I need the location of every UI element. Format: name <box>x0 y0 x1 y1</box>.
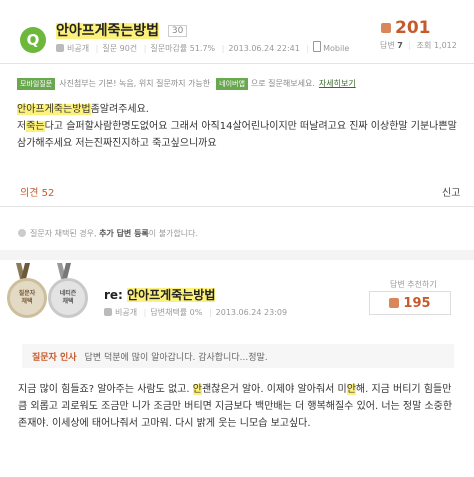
thumbs-up-icon <box>389 298 400 308</box>
answer-hint: 질문자 채택된 경우, 추가 답변 등록이 불가합니다. <box>18 228 198 239</box>
question-title-text: 안아프게죽는방법 <box>56 23 160 39</box>
question-vote-count[interactable]: 201 <box>381 18 431 38</box>
answer-body: 지금 많이 힘들죠? 알아주는 사람도 없고. 안괜찮은거 알아. 이제야 알아… <box>18 381 458 432</box>
recommend-button[interactable]: 195 <box>369 291 451 315</box>
more-info-link[interactable]: 자세히보기 <box>319 79 356 88</box>
user-icon <box>104 308 112 316</box>
medal-text: 채택 <box>62 298 74 305</box>
answers-label: 답변 <box>380 41 395 50</box>
questioner-choice-medal-icon: 질문자 채택 <box>7 278 47 318</box>
answer-prefix: re: <box>104 288 123 302</box>
meta-item: 답변채택률 0% <box>150 308 203 317</box>
meta-item: 2013.06.24 22:41 <box>228 44 300 53</box>
notice-text-2: 으로 질문해보세요. <box>250 79 315 88</box>
answer-highlight: 안 <box>346 384 356 395</box>
thumbs-up-icon <box>381 23 391 33</box>
naver-app-badge[interactable]: 네이버앱 <box>216 78 248 90</box>
question-badge-icon: Q <box>20 27 46 53</box>
answer-author[interactable]: 비공개 <box>115 308 137 317</box>
question-stats: 답변 7 | 조회 1,012 <box>380 41 457 50</box>
answer-title-text: 안아프게죽는방법 <box>127 288 216 302</box>
meta-item: 질문 90건 <box>102 44 138 53</box>
notice-text: 사진첨부는 기본! 녹음, 위치 질문까지 가능한 <box>59 79 211 88</box>
answer-highlight: 안 <box>192 384 202 395</box>
level-badge: 30 <box>167 25 188 37</box>
mobile-question-badge: 모바일질문 <box>17 78 56 90</box>
answer-text: 괜찮은거 알아. 이제야 알아줘서 미 <box>201 384 347 395</box>
question-meta: 비공개 | 질문 90건 | 질문마감률 51.7% | 2013.06.24 22:… <box>56 41 349 54</box>
recommend-label: 답변 추천하기 <box>390 280 437 289</box>
medal-text: 채택 <box>21 298 33 305</box>
vote-number: 201 <box>395 18 431 38</box>
hint-bold: 추가 답변 등록 <box>99 229 149 238</box>
views-label: 조회 <box>416 41 432 50</box>
netizen-choice-medal-icon: 네티즌 채택 <box>48 278 88 318</box>
user-icon <box>56 44 64 52</box>
divider <box>0 206 474 207</box>
opinion-button[interactable]: 의견 52 <box>20 184 54 199</box>
divider <box>0 63 474 64</box>
recommend-count: 195 <box>403 295 431 311</box>
body-highlight: 안아프게죽는방법 <box>17 104 91 115</box>
question-body: 안아프게죽는방법좀알려주세요. 저죽는다고 슬퍼할사람한명도없어요 그래서 아직… <box>17 101 457 152</box>
body-text: 저 <box>17 121 27 132</box>
views-count: 1,012 <box>433 41 457 50</box>
mobile-icon <box>313 41 322 52</box>
thanks-text: 답변 덕분에 많이 알아갑니다. 감사합니다...정말. <box>84 352 268 363</box>
ribbon-icon <box>57 263 71 279</box>
question-title: 안아프게죽는방법 30 <box>56 20 188 40</box>
questioner-thanks: 질문자 인사 답변 덕분에 많이 알아갑니다. 감사합니다...정말. <box>22 344 454 368</box>
report-button[interactable]: 신고 <box>442 184 460 199</box>
section-gap <box>0 250 474 260</box>
device-label: Mobile <box>323 44 350 53</box>
answers-count: 7 <box>397 41 403 50</box>
ribbon-icon <box>16 263 30 279</box>
mobile-notice: 모바일질문 사진첨부는 기본! 녹음, 위치 질문까지 가능한 네이버앱 으로 질문해… <box>17 78 356 90</box>
body-text: 다고 슬퍼할사람한명도없어요 그래서 아직14살어린나이지만 떠날려고요 진짜 … <box>44 121 457 132</box>
answer-title: re: 안아프게죽는방법 <box>104 286 216 303</box>
hint-text: 질문자 채택된 경우, <box>30 229 97 238</box>
body-highlight: 죽는 <box>26 121 45 132</box>
answer-text: 지금 많이 힘들죠? 알아주는 사람도 없고. <box>18 384 190 395</box>
medal-text: 질문자 <box>18 290 36 297</box>
body-text: 좀알려주세요. <box>90 104 149 115</box>
info-icon <box>18 229 26 237</box>
answer-meta: 비공개 | 답변채택률 0% | 2013.06.24 23:09 <box>104 307 287 318</box>
body-text: 삼가해주세요 저는진짜진지하고 죽고싶으니까요 <box>17 138 217 149</box>
meta-item: 질문마감률 51.7% <box>150 44 216 53</box>
medal-text: 네티즌 <box>59 290 77 297</box>
hint-text-2: 이 불가합니다. <box>148 229 199 238</box>
meta-item: 2013.06.24 23:09 <box>215 308 288 317</box>
thanks-label: 질문자 인사 <box>32 352 77 363</box>
question-author[interactable]: 비공개 <box>67 44 89 53</box>
